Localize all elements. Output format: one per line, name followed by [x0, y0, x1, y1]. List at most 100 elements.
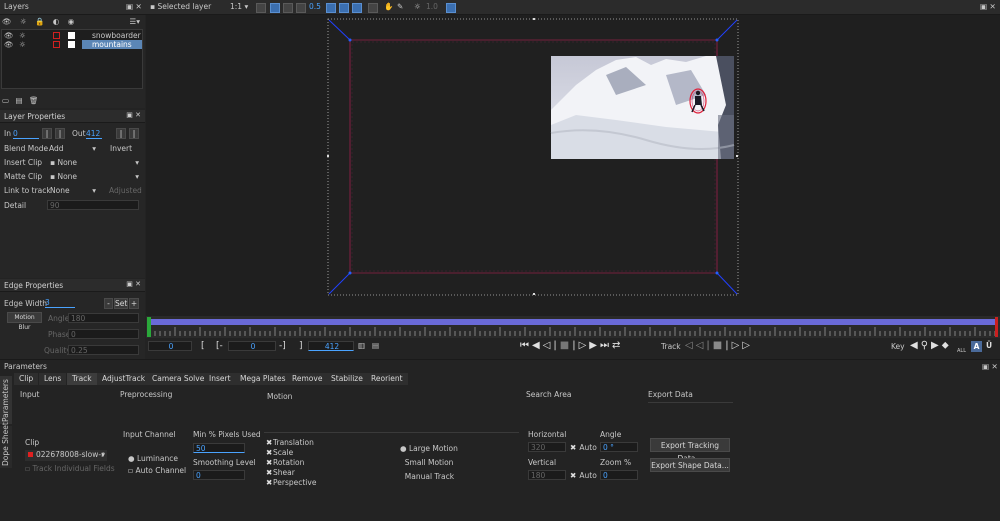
detail-field[interactable]: 90: [47, 200, 139, 210]
angle-search-field[interactable]: 0 °: [600, 442, 638, 452]
sun-toggle-icon[interactable]: ☼: [19, 40, 26, 49]
smoothing-field[interactable]: 0: [193, 470, 245, 480]
layers-menu-icon[interactable]: ☰▾: [130, 17, 141, 26]
tab-remove[interactable]: Remove: [287, 373, 328, 385]
matte-icon[interactable]: [283, 3, 293, 13]
edge-width-minus[interactable]: -: [104, 298, 113, 309]
quality-field[interactable]: 0.25: [68, 345, 139, 355]
show-splines-icon[interactable]: [326, 3, 336, 13]
eye-icon[interactable]: 👁: [4, 40, 14, 49]
alpha-overlay-icon[interactable]: [270, 3, 280, 13]
viewer[interactable]: [146, 15, 1000, 316]
tab-mega-plates[interactable]: Mega Plates: [235, 373, 291, 385]
in-clear-button[interactable]: |: [55, 128, 65, 139]
viewer-canvas[interactable]: [146, 15, 1000, 316]
view-mode-select[interactable]: ▪ Selected layer: [150, 2, 220, 11]
side-tab-dope-sheet[interactable]: Dope Sheet: [0, 422, 12, 468]
in-set-button[interactable]: |: [42, 128, 52, 139]
timeline-ruler[interactable]: [146, 326, 1000, 338]
viewer-controls[interactable]: ▣ ✕: [980, 2, 996, 11]
rgb-channel-icon[interactable]: [256, 3, 266, 13]
show-planes-icon[interactable]: [339, 3, 349, 13]
track-individual-fields[interactable]: ▫ Track Individual Fields: [25, 464, 115, 473]
timeline-range-bar[interactable]: [149, 319, 998, 325]
layer-color-swatch[interactable]: [68, 41, 75, 48]
trace-icon[interactable]: [368, 3, 378, 13]
track-stop-icon[interactable]: ■: [713, 340, 725, 351]
edge-width-plus[interactable]: +: [129, 298, 139, 309]
end-marker[interactable]: [995, 317, 998, 337]
stop-icon[interactable]: ■: [560, 340, 572, 351]
key-add-icon[interactable]: ⚲: [921, 340, 931, 351]
track-backward-icon[interactable]: ◁: [685, 340, 696, 351]
unkey-icon[interactable]: Ü: [986, 341, 992, 350]
export-shape-data-button[interactable]: Export Shape Data...: [650, 458, 730, 472]
vertical-auto-checkbox[interactable]: ✖ Auto: [570, 471, 597, 480]
export-view-icon[interactable]: [446, 3, 456, 13]
new-layer-icon[interactable]: ▤: [15, 96, 22, 105]
blend-mode-select[interactable]: Add ▾: [49, 144, 96, 153]
go-out-bracket[interactable]: -]: [279, 341, 286, 351]
next-key-icon[interactable]: ▶: [931, 340, 942, 351]
auto-channel-checkbox[interactable]: ▫ Auto Channel: [128, 466, 186, 475]
show-grid-icon[interactable]: [352, 3, 362, 13]
sun-toggle-icon[interactable]: ☼: [19, 31, 26, 40]
prev-frame-icon[interactable]: ◀: [532, 340, 543, 351]
horizontal-field[interactable]: 320: [528, 442, 566, 452]
small-motion-radio[interactable]: Small Motion: [400, 458, 454, 467]
out-set-button[interactable]: |: [116, 128, 126, 139]
tab-clip[interactable]: Clip: [14, 373, 39, 385]
go-start-icon[interactable]: ⏮: [520, 340, 532, 351]
tab-camera-solve[interactable]: Camera Solve: [147, 373, 210, 385]
track-step-fwd-icon[interactable]: |▷: [725, 340, 742, 351]
perspective-checkbox[interactable]: ✖Perspective: [266, 478, 316, 487]
side-tab-parameters[interactable]: Parameters: [0, 376, 12, 424]
out-clear-button[interactable]: |: [129, 128, 139, 139]
sun-icon[interactable]: ☼: [414, 2, 421, 11]
filmstrip-icon[interactable]: ▤: [372, 341, 379, 350]
tab-track[interactable]: Track: [67, 373, 97, 385]
layer-color-swatch[interactable]: [68, 32, 75, 39]
go-end-icon[interactable]: ⏭: [600, 340, 612, 351]
step-back-icon[interactable]: ◁|: [543, 340, 560, 351]
manual-track-radio[interactable]: Manual Track: [400, 472, 454, 481]
edge-width-value[interactable]: 3: [45, 298, 75, 308]
edge-width-set[interactable]: Set: [114, 298, 128, 309]
parameters-controls[interactable]: ▣ ✕: [982, 362, 998, 371]
layer-properties-controls[interactable]: ▣ ✕: [126, 111, 141, 119]
shear-checkbox[interactable]: ✖Shear: [266, 468, 295, 477]
luminance-radio[interactable]: ● Luminance: [128, 454, 178, 463]
matte-color-swatch[interactable]: [53, 41, 60, 48]
out-frame-field[interactable]: 412: [308, 341, 354, 351]
prev-key-icon[interactable]: ◀: [910, 340, 921, 351]
matte-clip-select[interactable]: ▪ None ▾: [50, 172, 139, 181]
out-value[interactable]: 412: [86, 129, 102, 139]
new-folder-icon[interactable]: ▭: [2, 96, 9, 105]
tab-reorient[interactable]: Reorient: [366, 373, 408, 385]
tab-insert[interactable]: Insert: [204, 373, 236, 385]
in-frame-field[interactable]: 0: [228, 341, 276, 351]
adjusted-checkbox[interactable]: Adjusted: [109, 186, 142, 195]
track-forward-icon[interactable]: ▷: [742, 340, 753, 351]
layers-panel-controls[interactable]: ▣ ✕: [126, 2, 142, 11]
insert-clip-select[interactable]: ▪ None ▾: [50, 158, 139, 167]
set-out-bracket[interactable]: ]: [299, 341, 303, 351]
eye-icon[interactable]: 👁: [4, 31, 14, 40]
keyframe-list-icon[interactable]: ▥: [358, 341, 365, 350]
edge-properties-controls[interactable]: ▣ ✕: [126, 280, 141, 288]
play-icon[interactable]: ▶: [589, 340, 600, 351]
phase-field[interactable]: 0: [68, 329, 139, 339]
layer-row[interactable]: 👁 ☼ snowboarder: [2, 31, 142, 40]
zoom-search-field[interactable]: 0: [600, 470, 638, 480]
playhead-marker[interactable]: [147, 317, 151, 337]
current-frame-field[interactable]: 0: [148, 341, 192, 351]
export-tracking-data-button[interactable]: Export Tracking Data...: [650, 438, 730, 463]
tab-adjusttrack[interactable]: AdjustTrack: [97, 373, 151, 385]
angle-field[interactable]: 180: [68, 313, 139, 323]
horizontal-auto-checkbox[interactable]: ✖ Auto: [570, 443, 597, 452]
invert-checkbox[interactable]: Invert: [110, 144, 132, 153]
large-motion-radio[interactable]: ● Large Motion: [400, 444, 458, 453]
link-to-track-select[interactable]: None ▾: [50, 186, 96, 195]
in-value[interactable]: 0: [13, 129, 39, 139]
key-all-icon[interactable]: ⬥: [942, 340, 952, 351]
